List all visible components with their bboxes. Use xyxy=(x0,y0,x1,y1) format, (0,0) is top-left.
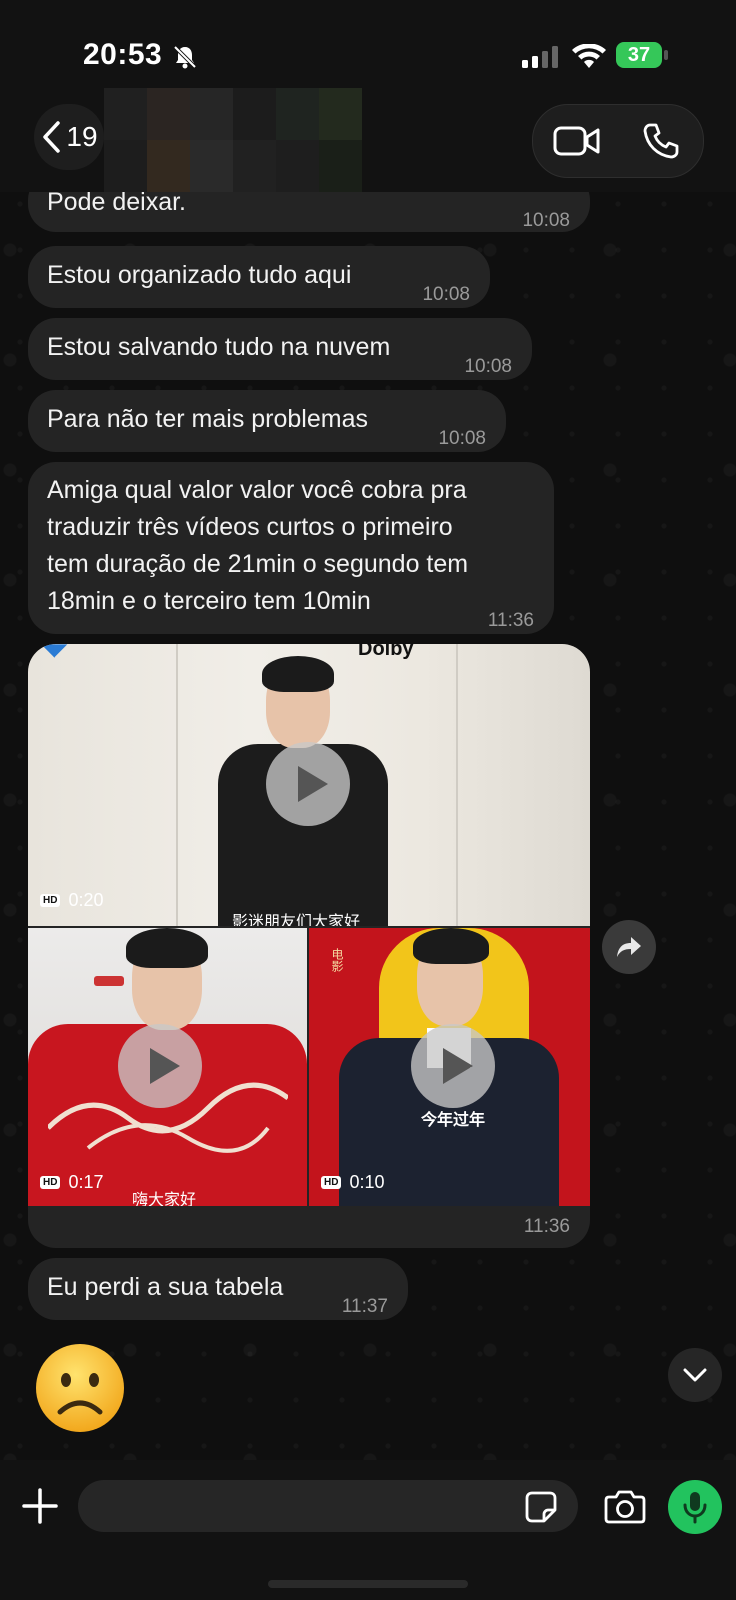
play-icon xyxy=(443,1048,473,1084)
message-text: Amiga qual valor valor você cobra pra tr… xyxy=(47,472,468,620)
video-call-icon[interactable] xyxy=(553,123,601,159)
message-line: Amiga qual valor valor você cobra pra xyxy=(47,476,467,504)
message-time: 11:37 xyxy=(341,1296,388,1317)
chevron-down-icon xyxy=(683,1368,707,1382)
chevron-left-icon xyxy=(43,121,61,153)
video-duration: HD 0:10 xyxy=(321,1172,385,1193)
microphone-icon xyxy=(683,1492,707,1524)
forward-button[interactable] xyxy=(602,920,656,974)
bell-slash-icon xyxy=(173,45,197,69)
message-text: Estou organizado tudo aqui xyxy=(47,261,352,289)
video-subtitle: 嗨大家好 xyxy=(132,1192,197,1206)
dolby-logo: Dolby xyxy=(358,644,414,660)
message-list[interactable]: Pode deixar. 10:08 Estou organizado tudo… xyxy=(0,192,736,1460)
video-thumbnail[interactable]: HD 0:17 嗨大家好 xyxy=(28,928,307,1206)
message-time: 10:08 xyxy=(522,210,570,231)
hd-badge: HD xyxy=(321,1176,342,1189)
duration-text: 0:10 xyxy=(349,1172,385,1192)
person-hair xyxy=(413,928,489,964)
poster-text: 电影 xyxy=(330,948,344,972)
home-indicator xyxy=(268,1580,468,1588)
hd-badge: HD xyxy=(40,1176,61,1189)
play-icon xyxy=(150,1048,180,1084)
message-input[interactable] xyxy=(78,1480,578,1532)
person-hair xyxy=(262,656,334,692)
message-bubble[interactable]: Pode deixar. 10:08 xyxy=(28,192,590,232)
message-time: 11:36 xyxy=(523,1216,570,1237)
play-button[interactable] xyxy=(411,1024,495,1108)
status-time: 20:53 xyxy=(83,38,163,71)
message-text: Eu perdi a sua tabela xyxy=(47,1273,284,1301)
wifi-icon xyxy=(572,44,606,68)
plus-icon[interactable] xyxy=(20,1486,60,1526)
message-bubble[interactable]: Estou organizado tudo aqui 10:08 xyxy=(28,246,490,308)
phone-icon[interactable] xyxy=(641,121,681,161)
person-hair xyxy=(126,928,208,968)
unread-count: 19 xyxy=(66,121,98,152)
message-line: 18min e o terceiro tem 10min xyxy=(47,587,371,615)
play-icon xyxy=(298,766,328,802)
battery-icon: 37 xyxy=(616,42,662,68)
message-bubble[interactable]: Amiga qual valor valor você cobra pra tr… xyxy=(28,462,554,634)
frowning-face-emoji[interactable] xyxy=(34,1342,126,1434)
message-bubble[interactable]: Para não ter mais problemas 10:08 xyxy=(28,390,506,452)
video-album: ◥◤ Dolby HD 0:20 影迷朋友们大家好 HD 0:17 嗨大家好 电… xyxy=(28,644,590,1248)
play-button[interactable] xyxy=(266,742,350,826)
message-text: Para não ter mais problemas xyxy=(47,405,368,433)
video-duration: HD 0:20 xyxy=(40,890,104,911)
video-duration: HD 0:17 xyxy=(40,1172,104,1193)
message-time: 10:08 xyxy=(422,284,470,305)
battery-level: 37 xyxy=(627,43,651,66)
duration-text: 0:20 xyxy=(68,890,104,910)
battery-nub xyxy=(664,50,668,60)
red-object xyxy=(94,976,124,986)
wall-line xyxy=(456,644,458,926)
voice-record-button[interactable] xyxy=(668,1480,722,1534)
video-thumbnail[interactable]: 电影 今年过年 HD 0:10 xyxy=(309,928,590,1206)
wall-line xyxy=(176,644,178,926)
video-subtitle: 影迷朋友们大家好 xyxy=(232,914,361,926)
scroll-to-bottom-button[interactable] xyxy=(668,1348,722,1402)
status-bar: 20:53 37 xyxy=(0,36,736,76)
logo-text: ◥◤ xyxy=(42,644,67,659)
message-line: traduzir três vídeos curtos o primeiro xyxy=(47,513,453,541)
sticker-icon[interactable] xyxy=(524,1490,558,1524)
message-time: 10:08 xyxy=(438,428,486,449)
camera-icon[interactable] xyxy=(604,1488,646,1524)
hd-badge: HD xyxy=(40,894,61,907)
message-line: tem duração de 21min o segundo tem xyxy=(47,550,469,578)
video-thumbnail[interactable]: ◥◤ Dolby HD 0:20 影迷朋友们大家好 xyxy=(28,644,590,926)
forward-icon xyxy=(617,937,641,957)
composer-bar xyxy=(0,1460,736,1600)
play-button[interactable] xyxy=(118,1024,202,1108)
message-bubble[interactable]: Estou salvando tudo na nuvem 10:08 xyxy=(28,318,532,380)
message-text: Pode deixar. xyxy=(47,192,186,216)
message-time: 10:08 xyxy=(464,356,512,377)
duration-text: 0:17 xyxy=(68,1172,104,1192)
call-buttons-group xyxy=(532,104,704,178)
signal-icon xyxy=(522,46,558,68)
message-time: 11:36 xyxy=(487,610,534,631)
top-bar: 20:53 37 19 xyxy=(0,0,736,192)
contact-avatar-blurred[interactable] xyxy=(104,88,362,192)
back-button[interactable]: 19 xyxy=(34,104,104,170)
message-bubble[interactable]: Eu perdi a sua tabela 11:37 xyxy=(28,1258,408,1320)
message-text: Estou salvando tudo na nuvem xyxy=(47,333,391,361)
video-subtitle: 今年过年 xyxy=(421,1112,486,1129)
